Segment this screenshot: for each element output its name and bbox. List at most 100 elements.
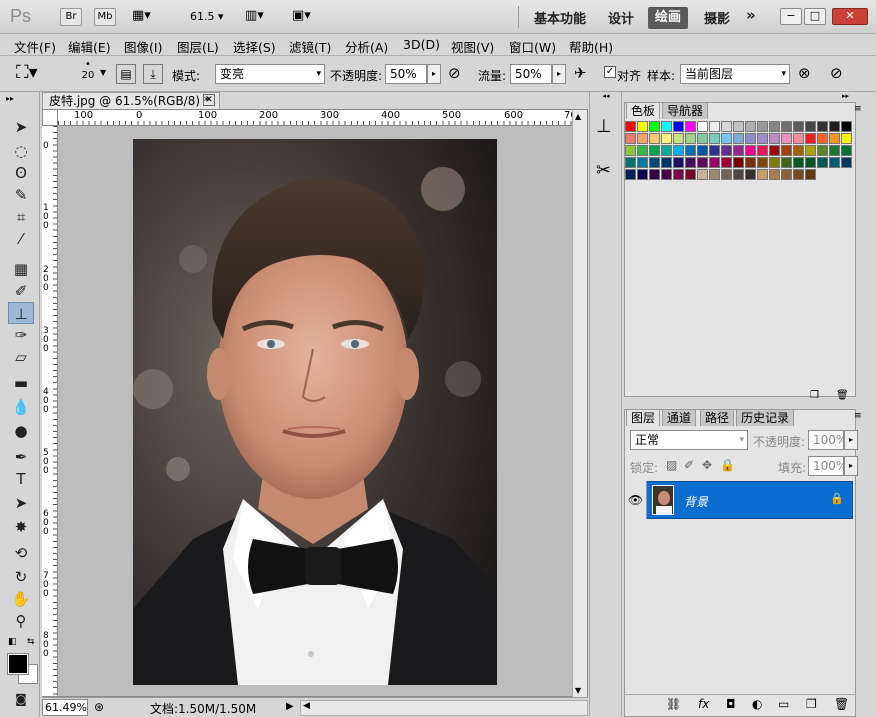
brush-panel-toggle[interactable]: ▤ xyxy=(116,64,136,84)
menu-window[interactable]: 窗口(W) xyxy=(509,37,556,56)
menu-help[interactable]: 帮助(H) xyxy=(569,37,613,56)
menu-analysis[interactable]: 分析(A) xyxy=(345,37,388,56)
color-swatch[interactable] xyxy=(781,169,792,180)
color-swatch[interactable] xyxy=(637,121,648,132)
clone-source-toggle[interactable]: ⤓ xyxy=(143,64,163,84)
color-swatch[interactable] xyxy=(829,157,840,168)
color-swatch[interactable] xyxy=(685,157,696,168)
color-swatch[interactable] xyxy=(793,121,804,132)
color-swatch[interactable] xyxy=(637,169,648,180)
color-swatch[interactable] xyxy=(745,121,756,132)
color-swatch[interactable] xyxy=(637,157,648,168)
color-swatch[interactable] xyxy=(793,133,804,144)
quick-mask-icon[interactable]: ◙ xyxy=(8,688,34,710)
screen-mode-button[interactable]: ▣▾ xyxy=(292,8,311,23)
color-swatch[interactable] xyxy=(817,145,828,156)
more-workspaces-button[interactable]: » xyxy=(746,6,756,24)
path-selection-tool-icon[interactable]: ➤ xyxy=(8,492,34,514)
scroll-up-icon[interactable]: ▲ xyxy=(575,112,581,121)
layer-name[interactable]: 背景 xyxy=(684,493,708,510)
lock-position-icon[interactable]: ✥ xyxy=(702,458,712,472)
color-swatch[interactable] xyxy=(793,169,804,180)
brush-preset-picker[interactable]: • 20 xyxy=(74,59,102,89)
blur-tool-icon[interactable]: 💧 xyxy=(8,396,34,418)
view-extras-button[interactable]: ▦▾ xyxy=(132,8,162,26)
color-swatch[interactable] xyxy=(733,145,744,156)
close-document-icon[interactable]: ✕ xyxy=(203,94,215,106)
color-swatch[interactable] xyxy=(757,169,768,180)
opacity-slider-toggle[interactable]: ▸ xyxy=(427,64,441,84)
maximize-button[interactable]: □ xyxy=(804,8,826,25)
color-swatch[interactable] xyxy=(709,133,720,144)
pressure-opacity-icon[interactable]: ⊘ xyxy=(448,64,461,82)
color-swatch[interactable] xyxy=(841,133,852,144)
swap-colors-icon[interactable]: ⇆ xyxy=(27,637,35,647)
arrange-documents-button[interactable]: ▥▾ xyxy=(245,8,264,23)
color-swatch[interactable] xyxy=(649,169,660,180)
status-menu-arrow-icon[interactable]: ▶ xyxy=(286,701,294,712)
hand-tool-icon[interactable]: ✋ xyxy=(8,588,34,610)
color-swatch[interactable] xyxy=(781,133,792,144)
close-button[interactable]: ✕ xyxy=(832,8,868,25)
workspace-photography[interactable]: 摄影 xyxy=(704,8,730,27)
color-swatch[interactable] xyxy=(781,121,792,132)
minimize-button[interactable]: − xyxy=(780,8,802,25)
lock-all-icon[interactable]: 🔒 xyxy=(720,458,735,472)
color-swatch[interactable] xyxy=(637,145,648,156)
color-swatch[interactable] xyxy=(829,145,840,156)
blend-mode-select[interactable]: 正常 ▾ xyxy=(630,430,748,450)
color-swatch[interactable] xyxy=(841,121,852,132)
color-swatch[interactable] xyxy=(661,121,672,132)
color-swatch[interactable] xyxy=(757,121,768,132)
zoom-level-dropdown[interactable]: 61.5 ▾ xyxy=(190,10,224,23)
tab-swatches[interactable]: 色板 xyxy=(626,102,661,119)
tab-channels[interactable]: 通道 xyxy=(662,409,697,426)
color-swatch[interactable] xyxy=(769,157,780,168)
layer-style-fx-icon[interactable]: fx xyxy=(698,697,709,711)
delete-swatch-icon[interactable]: 🗑 xyxy=(836,390,849,401)
color-swatch[interactable] xyxy=(625,145,636,156)
link-layers-icon[interactable]: ⛓ xyxy=(666,697,681,711)
color-swatch[interactable] xyxy=(817,133,828,144)
scroll-left-icon[interactable]: ◀ xyxy=(303,701,310,711)
spot-healing-tool-icon[interactable]: ▦ xyxy=(8,258,34,280)
color-swatch[interactable] xyxy=(745,133,756,144)
color-swatch[interactable] xyxy=(733,157,744,168)
airbrush-icon[interactable]: ✈ xyxy=(574,64,587,82)
gradient-tool-icon[interactable]: ▬ xyxy=(8,372,34,394)
3d-orbit-tool-icon[interactable]: ↻ xyxy=(8,566,34,588)
menu-file[interactable]: 文件(F) xyxy=(14,37,56,56)
color-swatch[interactable] xyxy=(781,157,792,168)
color-swatch[interactable] xyxy=(733,133,744,144)
zoom-percent-field[interactable]: 61.49% xyxy=(42,699,88,716)
menu-layer[interactable]: 图层(L) xyxy=(177,37,219,56)
color-swatch[interactable] xyxy=(721,157,732,168)
clone-source-panel-icon[interactable]: ⊥ xyxy=(596,116,612,137)
fill-input[interactable]: 100% xyxy=(808,456,847,476)
color-swatch[interactable] xyxy=(697,121,708,132)
bridge-button[interactable]: Br xyxy=(60,8,82,26)
tab-navigator[interactable]: 导航器 xyxy=(662,102,709,119)
custom-shape-tool-icon[interactable]: ✸ xyxy=(8,516,34,538)
color-swatch[interactable] xyxy=(817,157,828,168)
panel-menu-icon[interactable]: ≡ xyxy=(854,411,862,421)
color-swatch[interactable] xyxy=(649,121,660,132)
tab-history[interactable]: 历史记录 xyxy=(736,409,795,426)
color-swatch[interactable] xyxy=(709,145,720,156)
workspace-essentials[interactable]: 基本功能 xyxy=(534,8,586,27)
foreground-color-swatch[interactable] xyxy=(7,653,29,675)
add-mask-icon[interactable]: ◘ xyxy=(726,697,736,711)
scroll-down-icon[interactable]: ▼ xyxy=(575,686,581,695)
collapse-toolbox-icon[interactable]: ▸▸ xyxy=(6,94,14,103)
color-swatch[interactable] xyxy=(757,157,768,168)
color-swatch[interactable] xyxy=(649,157,660,168)
color-swatch[interactable] xyxy=(625,133,636,144)
color-swatch[interactable] xyxy=(745,157,756,168)
vertical-scrollbar[interactable]: ▲ ▼ xyxy=(572,110,587,697)
flow-slider-toggle[interactable]: ▸ xyxy=(552,64,566,84)
image-canvas[interactable] xyxy=(133,139,497,685)
document-tab[interactable]: 皮特.jpg @ 61.5%(RGB/8) * ✕ xyxy=(42,92,220,109)
color-swatch[interactable] xyxy=(697,169,708,180)
color-swatch[interactable] xyxy=(721,133,732,144)
type-tool-icon[interactable]: T xyxy=(8,468,34,490)
